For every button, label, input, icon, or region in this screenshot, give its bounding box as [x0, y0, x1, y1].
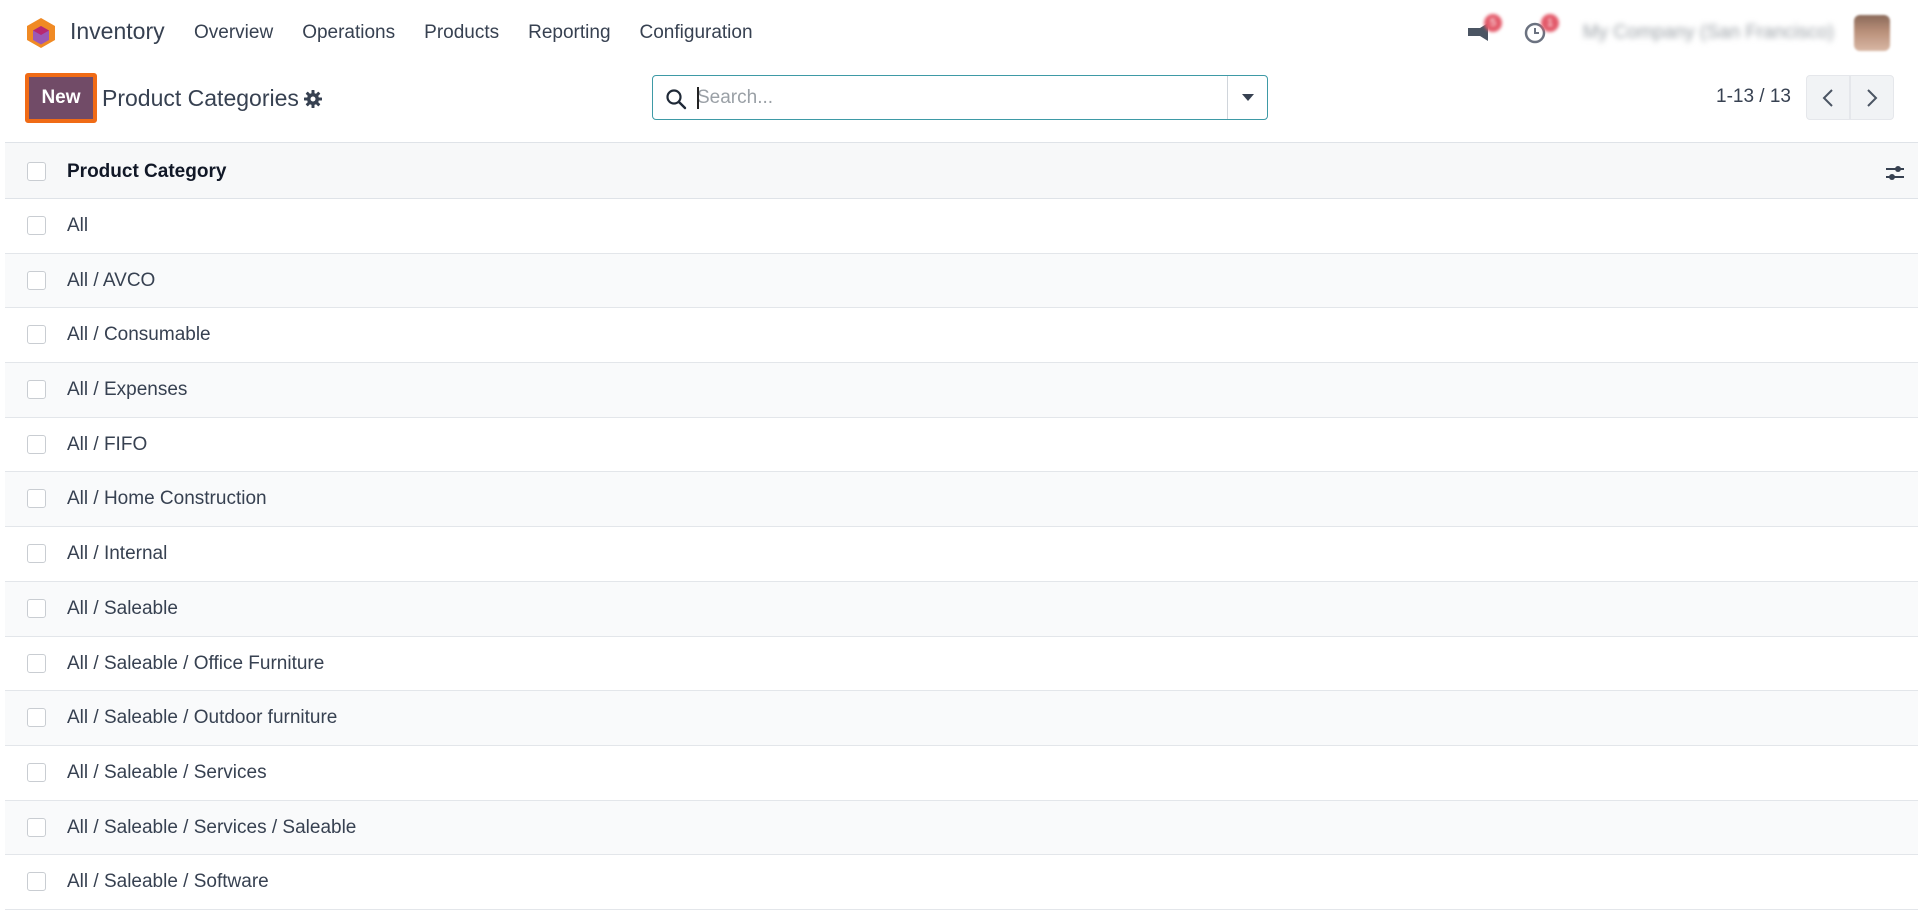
category-name: All: [67, 215, 89, 236]
pager-value[interactable]: 1-13 / 13: [1716, 86, 1791, 108]
activities-badge: 1: [1541, 14, 1559, 32]
user-avatar[interactable]: [1854, 15, 1890, 51]
systray: 5 1 My Company (San Francisco): [1420, 0, 1920, 66]
chevron-right-icon: [1867, 88, 1878, 107]
category-name: All / Saleable / Office Furniture: [67, 652, 325, 674]
activities-icon[interactable]: 1: [1523, 14, 1559, 44]
page-title[interactable]: Product Categories: [102, 85, 299, 112]
inventory-app-icon[interactable]: [26, 17, 56, 49]
table-row[interactable]: All / AVCO: [5, 253, 1918, 309]
row-checkbox[interactable]: [27, 544, 46, 564]
table-row[interactable]: All / Saleable / Outdoor furniture: [5, 691, 1918, 746]
row-checkbox[interactable]: [27, 653, 46, 673]
category-name: All / Saleable / Services: [67, 761, 267, 783]
new-button[interactable]: New: [25, 73, 97, 123]
category-name: All / AVCO: [67, 269, 156, 291]
row-checkbox[interactable]: [27, 489, 46, 509]
row-checkbox[interactable]: [27, 325, 46, 345]
category-name: All / Saleable / Software: [67, 871, 269, 893]
search-icon[interactable]: [665, 88, 687, 110]
list-body: All All / AVCO All / Consumable All / Expen…: [5, 199, 1918, 910]
text-cursor: [697, 87, 699, 109]
row-checkbox[interactable]: [27, 762, 46, 782]
category-name: All / Expenses: [67, 379, 188, 401]
category-name: All / Saleable / Outdoor furniture: [67, 707, 338, 729]
chevron-left-icon: [1822, 88, 1833, 107]
row-checkbox[interactable]: [27, 380, 46, 400]
category-name: All / FIFO: [67, 433, 148, 455]
category-name: All / Consumable: [67, 324, 211, 346]
table-row[interactable]: All / Saleable / Office Furniture: [5, 636, 1918, 692]
table-row[interactable]: All / Saleable / Services / Saleable: [5, 800, 1918, 856]
caret-down-icon: [1241, 94, 1254, 101]
list-header: Product Category: [5, 142, 1918, 199]
row-checkbox[interactable]: [27, 270, 46, 290]
category-name: All / Home Construction: [67, 488, 267, 510]
category-name: All / Internal: [67, 543, 168, 565]
company-switcher[interactable]: My Company (San Francisco): [1583, 22, 1834, 44]
app-name[interactable]: Inventory: [70, 18, 165, 45]
menu-item-products[interactable]: Products: [424, 22, 499, 44]
main-menu: Overview Operations Products Reporting C…: [194, 22, 782, 44]
select-all-checkbox[interactable]: [27, 162, 46, 181]
table-row[interactable]: All / Saleable: [5, 581, 1918, 637]
row-checkbox[interactable]: [27, 216, 46, 235]
row-checkbox[interactable]: [27, 817, 46, 837]
row-checkbox[interactable]: [27, 872, 46, 892]
row-checkbox[interactable]: [27, 434, 46, 454]
menu-item-operations[interactable]: Operations: [302, 22, 395, 44]
table-row[interactable]: All / Saleable / Software: [5, 855, 1918, 910]
table-row[interactable]: All / Saleable / Services: [5, 745, 1918, 801]
search-options-toggle[interactable]: [1227, 76, 1267, 119]
category-name: All / Saleable: [67, 597, 178, 619]
pager-next-button[interactable]: [1850, 75, 1894, 120]
table-row[interactable]: All / Consumable: [5, 308, 1918, 364]
row-checkbox[interactable]: [27, 708, 46, 728]
menu-item-configuration[interactable]: Configuration: [640, 22, 753, 44]
optional-columns-icon[interactable]: [1884, 163, 1906, 183]
messages-icon[interactable]: 5: [1466, 14, 1502, 44]
table-row[interactable]: All / Internal: [5, 527, 1918, 582]
row-checkbox[interactable]: [27, 598, 46, 618]
table-row[interactable]: All / FIFO: [5, 417, 1918, 473]
menu-item-reporting[interactable]: Reporting: [528, 22, 610, 44]
search-bar: [652, 75, 1268, 120]
table-row[interactable]: All / Expenses: [5, 363, 1918, 418]
pager-previous-button[interactable]: [1806, 75, 1850, 120]
category-name: All / Saleable / Services / Saleable: [67, 816, 357, 838]
table-row[interactable]: All: [5, 199, 1918, 254]
table-row[interactable]: All / Home Construction: [5, 472, 1918, 528]
top-navbar: Inventory Overview Operations Products R…: [0, 0, 1920, 66]
category-list: Product Category All All / AVCO All / Cons…: [5, 142, 1918, 910]
messages-badge: 5: [1484, 14, 1502, 32]
gear-icon[interactable]: [303, 89, 323, 109]
column-header-product-category[interactable]: Product Category: [67, 161, 226, 183]
search-input[interactable]: [697, 84, 1197, 112]
menu-item-overview[interactable]: Overview: [194, 22, 273, 44]
